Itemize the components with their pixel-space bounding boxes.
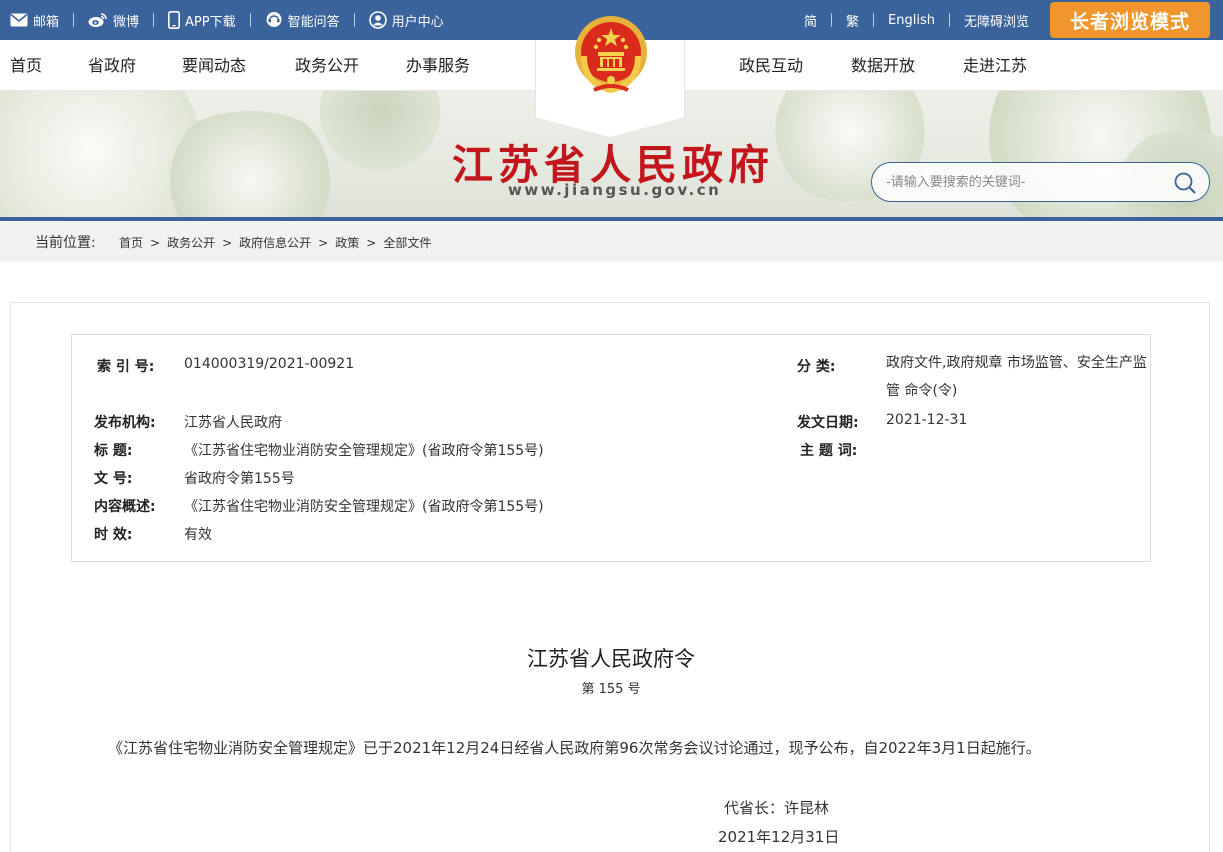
title-value: 《江苏省住宅物业消防安全管理规定》(省政府令第155号) [184,443,544,459]
app-download-link[interactable]: APP下载 [168,11,236,30]
nav-services[interactable]: 办事服务 [406,40,470,91]
validity-value: 有效 [184,527,212,543]
breadcrumb-label: 当前位置: [35,235,96,251]
nav-provincial-government[interactable]: 省政府 [88,40,136,91]
search-icon[interactable] [1173,171,1197,195]
nav-home[interactable]: 首页 [10,40,42,91]
index-number-key: 索 引 号: [97,359,155,375]
smart-qa-label: 智能问答 [287,14,340,30]
divider [153,13,155,27]
divider [73,13,75,27]
weibo-link[interactable]: 微博 [88,11,139,30]
issue-date-key: 发文日期: [797,415,859,431]
breadcrumb: 首页 > 政务公开 > 政府信息公开 > 政策 > 全部文件 [119,234,431,251]
english-link[interactable]: English [888,13,935,28]
subject-key: 主 题 词: [800,443,858,459]
app-download-label: APP下载 [185,14,236,30]
mail-link[interactable]: 邮箱 [10,11,59,30]
category-key: 分 类: [797,359,836,375]
content-panel: 索 引 号: 014000319/2021-00921 分 类: 政府文件,政府… [10,302,1210,852]
breadcrumb-separator: > [318,235,329,250]
breadcrumb-policy[interactable]: 政策 [335,234,359,251]
mail-label: 邮箱 [33,14,60,30]
nav-government-affairs[interactable]: 政务公开 [295,40,359,91]
index-number-value: 014000319/2021-00921 [184,356,355,372]
site-url: www.jiangsu.gov.cn [508,181,722,199]
divider [353,13,355,27]
title-key: 标 题: [94,443,133,459]
emblem-holder [535,16,685,137]
search-input[interactable] [886,174,1166,190]
category-value: 政府文件,政府规章 市场监管、安全生产监管 命令(令) [886,355,1147,399]
document-number: 第 155 号 [581,682,641,697]
emblem-pointer [535,117,685,137]
elder-mode-button[interactable]: 长者浏览模式 [1050,2,1210,38]
user-icon [368,11,387,29]
nav-open-data[interactable]: 数据开放 [851,40,915,91]
breadcrumb-government-affairs[interactable]: 政务公开 [167,234,215,251]
nav-interaction[interactable]: 政民互动 [739,40,803,91]
simplified-chinese-link[interactable]: 简 [804,11,817,30]
divider [831,13,833,27]
document-number-value: 省政府令第155号 [184,471,295,487]
document-signer: 代省长：许昆林 [724,799,830,817]
nav-news[interactable]: 要闻动态 [182,40,246,91]
divider [948,13,950,27]
nav-about-jiangsu[interactable]: 走进江苏 [963,40,1027,91]
breadcrumb-separator: > [366,235,377,250]
breadcrumb-info-disclosure[interactable]: 政府信息公开 [239,234,311,251]
traditional-chinese-link[interactable]: 繁 [846,11,859,30]
phone-icon [168,11,181,29]
language-links: 简 繁 English 无障碍浏览 [804,0,1029,40]
breadcrumb-separator: > [150,235,161,250]
user-center-link[interactable]: 用户中心 [368,11,444,30]
accessibility-link[interactable]: 无障碍浏览 [964,11,1029,30]
document-title: 江苏省人民政府令 [527,647,695,671]
chat-icon [266,12,282,27]
summary-value: 《江苏省住宅物业消防安全管理规定》(省政府令第155号) [184,499,544,515]
document-number-key: 文 号: [94,471,133,487]
divider [249,13,251,27]
smart-qa-link[interactable]: 智能问答 [265,11,340,30]
issue-date-value: 2021-12-31 [886,412,968,428]
mail-icon [10,13,28,27]
breadcrumb-separator: > [222,235,233,250]
user-center-label: 用户中心 [391,14,444,30]
weibo-icon [88,13,107,27]
document-metadata-table: 索 引 号: 014000319/2021-00921 分 类: 政府文件,政府… [71,334,1151,562]
weibo-label: 微博 [113,14,140,30]
breadcrumb-home[interactable]: 首页 [119,234,143,251]
publisher-value: 江苏省人民政府 [184,415,282,431]
breadcrumb-all-documents[interactable]: 全部文件 [383,234,431,251]
national-emblem-icon[interactable] [572,14,650,98]
document-date: 2021年12月31日 [718,828,840,846]
breadcrumb-bar: 当前位置: 首页 > 政务公开 > 政府信息公开 > 政策 > 全部文件 [0,221,1223,262]
document-body: 《江苏省住宅物业消防安全管理规定》已于2021年12月24日经省人民政府第96次… [108,739,1041,757]
publisher-key: 发布机构: [94,415,156,431]
summary-key: 内容概述: [94,499,156,515]
search-box [871,162,1210,202]
top-links: 邮箱 微博 APP下载 智能问答 用户中心 [10,0,444,40]
validity-key: 时 效: [94,527,133,543]
divider [873,13,875,27]
